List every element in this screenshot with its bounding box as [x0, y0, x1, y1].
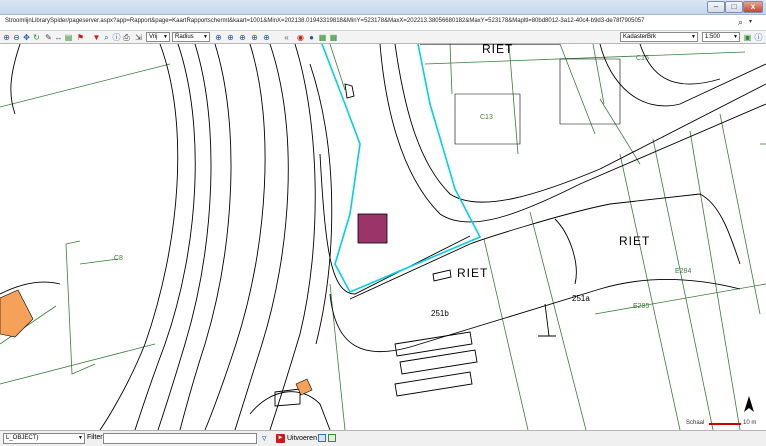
zoom-tool-icon[interactable]: ⊕	[214, 33, 223, 42]
zoom-previous-icon[interactable]: ⊕	[262, 33, 271, 42]
pan-icon[interactable]: ✥	[22, 33, 31, 42]
refresh-icon[interactable]: ↻	[32, 33, 41, 42]
filter-input[interactable]	[103, 433, 257, 444]
run-button[interactable]: ► Uitvoeren	[276, 432, 317, 445]
mode-select-value: Vrij	[149, 34, 158, 40]
layers-icon[interactable]: ▤	[64, 33, 73, 42]
chevron-down-icon: ▼	[733, 34, 738, 40]
window-titlebar: – □ x	[0, 0, 766, 15]
funnel-icon[interactable]: ▿	[262, 433, 267, 444]
run-label: Uitvoeren	[287, 435, 317, 442]
label-riet-center: RIET	[457, 266, 489, 280]
print-icon[interactable]: ⎙	[122, 33, 131, 42]
label-riet-top: RIET	[482, 44, 514, 56]
stop-icon[interactable]: ◉	[296, 33, 305, 42]
chevron-down-icon[interactable]: ▾	[749, 18, 752, 25]
chevron-down-icon: ▼	[78, 435, 83, 441]
map-drawing	[0, 44, 766, 430]
label-c8: C8	[114, 255, 123, 262]
zoom-window-icon[interactable]: ⊕	[226, 33, 235, 42]
scale-value: 10 m	[743, 420, 757, 426]
zoom-out-icon[interactable]: ⊖	[12, 33, 21, 42]
chevron-down-icon: ▼	[691, 34, 696, 40]
close-button[interactable]: x	[743, 1, 763, 13]
label-e285: E285	[633, 303, 650, 310]
maximize-button[interactable]: □	[725, 1, 743, 13]
selection-marker	[357, 213, 388, 244]
radius-select-value: Radius	[175, 34, 194, 40]
object-layer-select-value: L_OBJECT)	[6, 435, 39, 441]
scale-label: Schaal	[686, 420, 705, 426]
label-251b: 251b	[431, 309, 449, 318]
globe-icon[interactable]: ●	[307, 33, 316, 42]
magnifier-icon[interactable]: ⌕	[738, 17, 743, 28]
minimize-button[interactable]: –	[707, 1, 725, 13]
label-e284: E284	[675, 268, 692, 275]
chevron-down-icon: ▼	[203, 34, 208, 40]
select-icon[interactable]: ✎	[44, 33, 53, 42]
run-icon: ►	[276, 434, 285, 443]
scale-bar	[709, 423, 741, 425]
map-canvas[interactable]: RIET C15 C13 C8 RIET RIET E284 E285 251a…	[0, 44, 766, 430]
base-layer-select[interactable]: KadasterBrk ▼	[620, 32, 698, 42]
filter-label: Filter	[87, 434, 103, 441]
scale-select-value: 1:500	[705, 34, 721, 40]
measure-icon[interactable]: ↔	[54, 33, 63, 42]
building-left	[0, 289, 34, 338]
url-text[interactable]: StroomlijnLibrarySpider/pageserver.aspx?…	[5, 18, 644, 24]
mode-select[interactable]: Vrij ▼	[146, 32, 170, 42]
grid-icon[interactable]	[328, 434, 336, 442]
address-bar[interactable]: StroomlijnLibrarySpider/pageserver.aspx?…	[0, 15, 766, 31]
label-c15: C15	[636, 55, 649, 62]
zoom-area-icon[interactable]: ⊕	[238, 33, 247, 42]
north-arrow-icon	[744, 396, 754, 412]
radius-select[interactable]: Radius ▼	[172, 32, 210, 42]
info-icon[interactable]: ⓘ	[754, 33, 763, 42]
label-251a: 251a	[572, 294, 590, 303]
map-icon[interactable]: ▦	[318, 33, 327, 42]
scale-select[interactable]: 1:500 ▼	[702, 32, 740, 42]
grid-icon[interactable]: ▦	[329, 33, 338, 42]
base-layer-select-value: KadasterBrk	[623, 34, 657, 40]
flag-icon[interactable]: ⚑	[76, 33, 85, 42]
back-icon[interactable]: «	[282, 33, 291, 42]
export-icon[interactable]	[318, 434, 326, 442]
search-icon[interactable]: ⌕	[102, 33, 111, 42]
object-layer-select[interactable]: L_OBJECT) ▼	[3, 433, 85, 444]
zoom-in-icon[interactable]: ⊕	[2, 33, 11, 42]
export-icon[interactable]: ⇲	[134, 33, 143, 42]
query-bar: L_OBJECT) ▼ Filter ▿ ► Uitvoeren	[0, 430, 766, 446]
legend-icon[interactable]: ▣	[743, 33, 752, 42]
map-toolbar: ⊕ ⊖ ✥ ↻ ✎ ↔ ▤ ⚑ ▼ ⌕ ⓘ ⎙ ⇲ Vrij ▼ Radius ▼ …	[0, 31, 766, 44]
zoom-extent-icon[interactable]: ⊕	[250, 33, 259, 42]
chevron-down-icon: ▼	[163, 34, 168, 40]
pin-icon[interactable]: ▼	[92, 33, 101, 42]
identify-icon[interactable]: ⓘ	[112, 33, 121, 42]
label-riet-right: RIET	[619, 234, 651, 248]
label-c13: C13	[480, 114, 493, 121]
